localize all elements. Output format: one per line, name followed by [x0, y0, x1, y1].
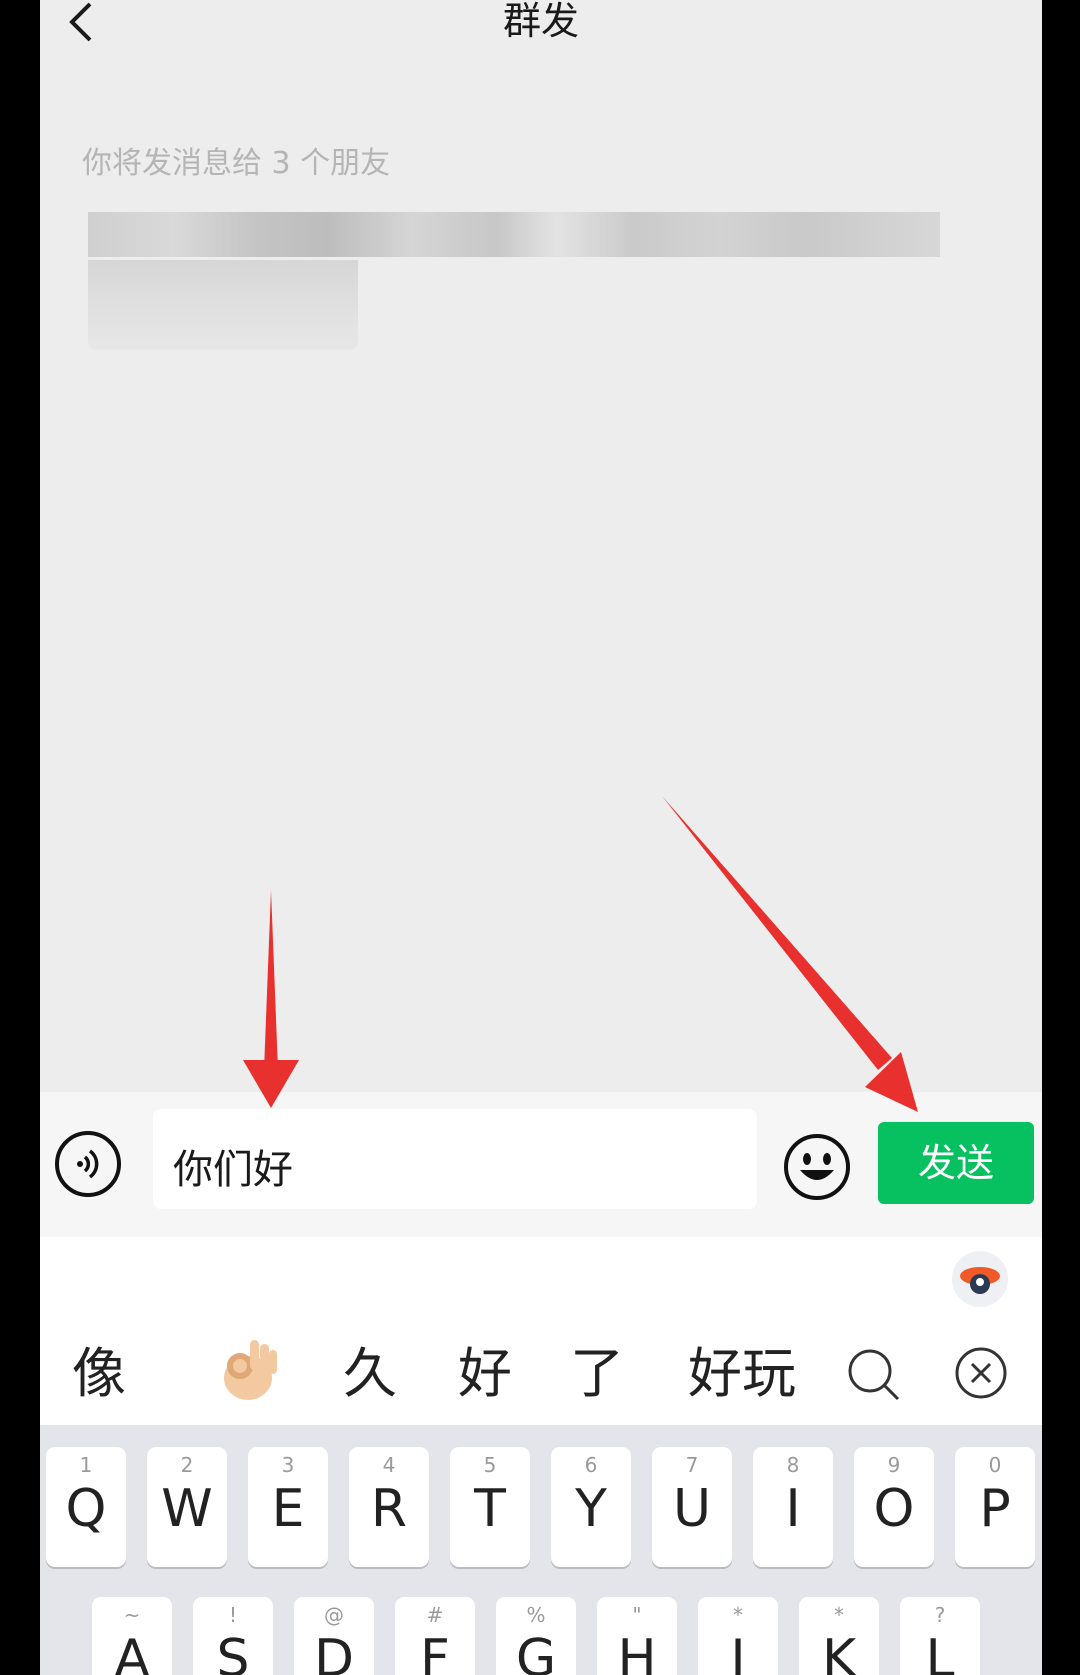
key-k[interactable]: * K — [799, 1597, 879, 1675]
key-d[interactable]: @ D — [294, 1597, 374, 1675]
search-icon[interactable] — [846, 1347, 902, 1403]
key-u[interactable]: 7U — [652, 1447, 732, 1567]
message-input-text: 你们好 — [173, 1147, 293, 1193]
candidate-word[interactable]: 了 — [570, 1329, 624, 1408]
key-y[interactable]: 6Y — [551, 1447, 631, 1567]
key-i[interactable]: 8I — [753, 1447, 833, 1567]
top-bar: 群发 — [40, 0, 1042, 70]
key-o[interactable]: 9O — [854, 1447, 934, 1567]
blurred-recipient-names-line2 — [88, 260, 358, 350]
close-circle-icon[interactable] — [953, 1345, 1009, 1401]
key-j[interactable]: * J — [698, 1597, 778, 1675]
group-send-screen: 群发 你将发消息给 3 个朋友 你们好 发送 像 久 好 了 好玩 1 Q 2 … — [40, 0, 1042, 1675]
candidate-word[interactable]: 好 — [458, 1329, 512, 1408]
smiley-icon[interactable] — [782, 1132, 852, 1202]
ok-hand-emoji-candidate[interactable] — [212, 1334, 282, 1404]
key-l[interactable]: ? L — [900, 1597, 980, 1675]
ime-candidate-bar: 像 久 好 了 好玩 — [40, 1237, 1042, 1425]
key-g[interactable]: % G — [496, 1597, 576, 1675]
send-button[interactable]: 发送 — [878, 1122, 1034, 1204]
key-s[interactable]: ! S — [193, 1597, 273, 1675]
key-r[interactable]: 4R — [349, 1447, 429, 1567]
input-assistant-icon[interactable] — [950, 1249, 1010, 1309]
candidate-word[interactable]: 好玩 — [688, 1329, 796, 1408]
voice-icon[interactable] — [55, 1131, 121, 1197]
key-a[interactable]: ~ A — [92, 1597, 172, 1675]
key-w[interactable]: 2W — [147, 1447, 227, 1567]
message-input[interactable]: 你们好 — [153, 1109, 757, 1209]
blurred-recipient-names — [88, 212, 940, 257]
recipient-count-text: 你将发消息给 3 个朋友 — [82, 146, 391, 181]
key-p[interactable]: 0P — [955, 1447, 1035, 1567]
candidate-word[interactable]: 久 — [343, 1329, 397, 1408]
key-h[interactable]: " H — [597, 1597, 677, 1675]
keyboard: 1Q 2W 3E 4R 5T 6Y 7U 8I 9O 0P ~ A ! S @ D #… — [40, 1425, 1042, 1675]
key-t[interactable]: 5T — [450, 1447, 530, 1567]
key-e[interactable]: 3E — [248, 1447, 328, 1567]
key-f[interactable]: # F — [395, 1597, 475, 1675]
key-q[interactable]: 1Q — [46, 1447, 126, 1567]
page-title: 群发 — [502, 0, 579, 43]
candidate-word[interactable]: 像 — [72, 1329, 126, 1408]
message-input-bar: 你们好 发送 — [40, 1092, 1042, 1237]
